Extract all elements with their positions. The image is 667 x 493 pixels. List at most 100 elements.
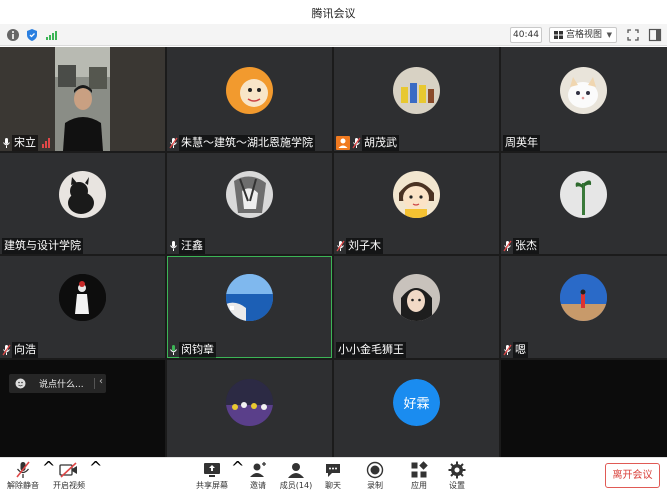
participant-name: 刘子木 [346,237,383,254]
chat-icon [326,464,340,477]
chat-input-box[interactable]: 说点什么... ‹ [9,374,106,393]
figures-avatar-image [401,83,434,103]
avatar [560,67,607,114]
participant-nameplate: 朱慧～建筑～湖北恩施学院 [167,134,315,151]
apps-button[interactable]: 应用 [405,458,433,493]
video-tile[interactable]: 汪鑫 [167,153,332,254]
record-button[interactable]: 录制 [361,458,389,493]
video-tile[interactable]: 小小金毛狮王 [334,256,499,358]
video-tile[interactable]: 建筑与设计学院 [0,153,165,254]
video-tile[interactable]: 朱慧～建筑～湖北恩施学院 [167,47,332,151]
participant-name: 周英年 [503,134,540,151]
avatar [393,171,440,218]
layout-label: 宫格视图 [566,30,603,40]
chat-placeholder: 说点什么... [39,380,84,390]
sea-coast-avatar-image [226,274,273,321]
video-tile[interactable]: 宋立 [0,47,165,151]
avatar [226,274,273,321]
layout-view-dropdown[interactable]: 宫格视图 ▼ [549,27,617,43]
grid-icon [554,31,563,39]
mic-icon [170,240,177,251]
members-button[interactable]: 成员(14) [278,458,314,493]
start-video-button[interactable]: 开启视频 [50,458,88,493]
anime-avatar-image [234,176,266,213]
mic-muted-icon [336,240,345,251]
participant-nameplate: 向浩 [0,341,38,358]
video-options-chevron-icon[interactable]: ^ [89,458,102,493]
record-icon [366,461,384,479]
share-screen-button[interactable]: 共享屏幕 [192,458,232,493]
avatar-initials: 好霖 [403,397,430,412]
participant-name: 胡茂武 [362,134,399,151]
mic-muted-icon [2,344,11,355]
meeting-timer: 40:44 [510,27,542,43]
video-tile[interactable] [167,360,332,457]
apps-icon [411,461,428,478]
avatar [393,274,440,321]
bottom-control-bar: 解除静音 ^ 开启视频 ^ 共享屏幕 ^ 邀请 成员(14) 聊天 录制 应用 … [0,457,667,493]
empty-tile [501,360,667,457]
meeting-window: 腾讯会议 40:44 宫格视图 ▼ 宋立 朱慧～建筑～湖北恩施学院 胡茂武 周英… [0,0,667,493]
signal-icon[interactable] [44,28,58,42]
host-badge-icon [336,135,350,150]
participant-name: 朱慧～建筑～湖北恩施学院 [179,134,315,151]
person-avatar-image [401,288,432,321]
dark-figure-avatar-image [59,274,106,321]
chat-button[interactable]: 聊天 [318,458,348,493]
participant-name: 宋立 [12,134,38,151]
leave-meeting-button[interactable]: 离开会议 [605,463,660,488]
avatar [560,274,607,321]
avatar [226,379,273,426]
mic-muted-icon [16,461,30,478]
title-bar: 腾讯会议 [0,0,667,24]
avatar [226,171,273,218]
mic-icon [3,137,10,148]
video-tile[interactable]: 周英年 [501,47,667,151]
mic-muted-icon [352,137,361,148]
share-options-chevron-icon[interactable]: ^ [231,458,244,493]
participant-nameplate: 嗯 [501,341,528,358]
video-tile[interactable]: 张杰 [501,153,667,254]
video-grid: 宋立 朱慧～建筑～湖北恩施学院 胡茂武 周英年 建筑与设计学院 汪鑫 刘子木 张… [0,47,667,457]
avatar [393,67,440,114]
video-tile[interactable]: 向浩 [0,256,165,358]
black-cat-avatar-image [68,177,94,214]
collapse-arrow-icon[interactable]: ‹ [99,376,103,387]
share-screen-icon [204,463,220,477]
video-tile-active-speaker[interactable]: 闵钧章 [167,256,332,358]
avatar [560,171,607,218]
video-tile[interactable]: 好霖 [334,360,499,457]
camera-off-icon [59,462,77,478]
video-tile[interactable]: 刘子木 [334,153,499,254]
gear-icon [448,461,466,479]
sky-person-avatar-image [560,274,607,321]
participant-nameplate: 建筑与设计学院 [0,237,83,254]
mic-muted-icon [503,344,512,355]
avatar [59,171,106,218]
invite-icon [250,462,266,477]
avatar [226,67,273,114]
mic-muted-icon [503,240,512,251]
emoji-icon[interactable] [15,378,26,389]
shield-icon[interactable] [25,28,39,42]
participant-nameplate: 张杰 [501,237,539,254]
fullscreen-icon[interactable] [626,28,640,42]
sidebar-icon[interactable] [648,28,662,42]
avatar [59,274,106,321]
video-tile[interactable]: 胡茂武 [334,47,499,151]
video-tile[interactable]: 嗯 [501,256,667,358]
avatar: 好霖 [393,379,440,426]
participant-name: 嗯 [513,341,528,358]
settings-button[interactable]: 设置 [443,458,471,493]
invite-button[interactable]: 邀请 [244,458,272,493]
plant-avatar-image [575,180,592,215]
chevron-down-icon: ▼ [606,31,612,39]
camera-feed [55,47,110,151]
mic-muted-icon [169,137,178,148]
window-title: 腾讯会议 [311,7,356,20]
participant-nameplate: 胡茂武 [334,134,399,151]
participant-name: 张杰 [513,237,539,254]
cartoon-girl-avatar-image [399,182,434,218]
info-icon[interactable] [6,28,20,42]
unmute-button[interactable]: 解除静音 [4,458,42,493]
